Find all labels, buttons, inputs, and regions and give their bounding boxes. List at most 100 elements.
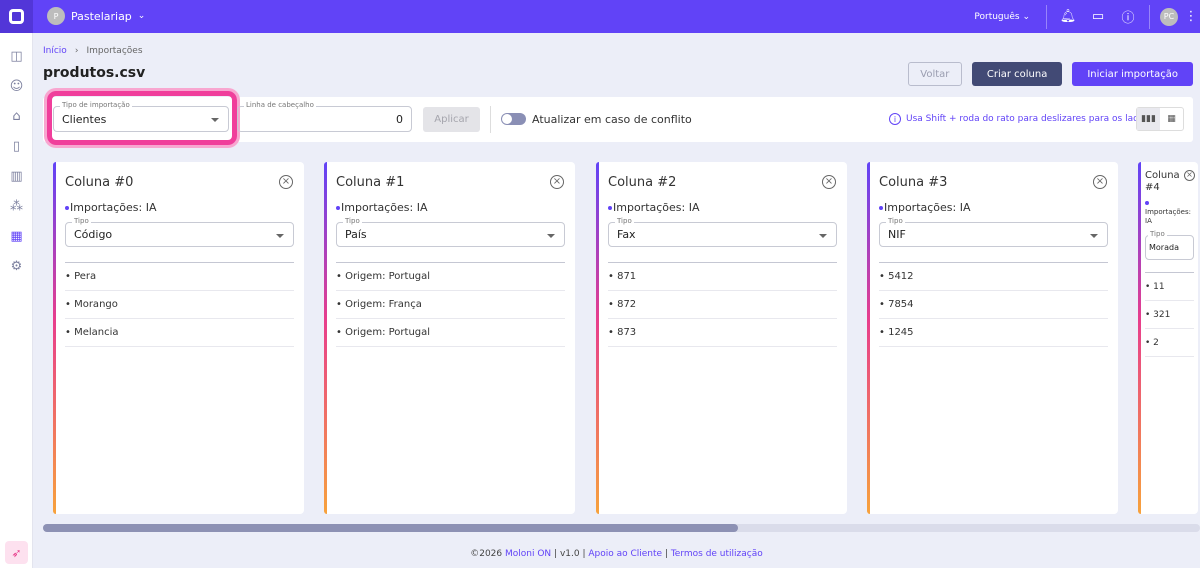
info-icon: i	[889, 113, 901, 125]
organization-selector[interactable]: P Pastelariap ⌄	[47, 7, 145, 25]
version: v1.0	[559, 549, 580, 559]
column-type-select[interactable]: Tipo País	[336, 217, 565, 247]
basket-icon[interactable]: ⌂	[0, 101, 33, 131]
list-item: • Morango	[65, 291, 294, 319]
remove-column-icon[interactable]: ×	[279, 175, 293, 189]
list-item: • Origem: Portugal	[336, 263, 565, 291]
caret-down-icon	[547, 234, 555, 238]
brand-link[interactable]: Moloni ON	[505, 549, 551, 559]
column-type-select[interactable]: Tipo NIF	[879, 217, 1108, 247]
language-selector[interactable]: Português ⌄	[974, 12, 1030, 22]
caret-down-icon	[1090, 234, 1098, 238]
column-card: Coluna #3 × Importações: IA Tipo NIF • 5…	[867, 162, 1118, 514]
header-row-value: 0	[396, 112, 403, 126]
hierarchy-icon[interactable]: ⁂	[0, 191, 33, 221]
user-avatar[interactable]: PC	[1160, 7, 1178, 26]
breadcrumb: Início › Importações	[43, 46, 143, 56]
dashboard-icon[interactable]: ◫	[0, 41, 33, 71]
more-vertical-icon[interactable]: ⋮	[1182, 9, 1200, 24]
list-item: • 1245	[879, 319, 1108, 347]
caret-down-icon	[819, 234, 827, 238]
view-mode-switch: ▮▮▮ ▦	[1136, 107, 1184, 131]
page-title: produtos.csv	[43, 65, 146, 81]
caret-down-icon	[276, 234, 284, 238]
user-icon[interactable]: ☺	[0, 71, 33, 101]
column-type-select[interactable]: Tipo Código	[65, 217, 294, 247]
column-type-value: Morada	[1149, 243, 1179, 252]
bell-icon[interactable]: 🔔︎	[1053, 9, 1083, 24]
column-type-label: Tipo	[886, 217, 905, 225]
create-column-button[interactable]: Criar coluna	[971, 62, 1063, 86]
list-item: • 321	[1145, 301, 1194, 329]
column-type-label: Tipo	[72, 217, 91, 225]
highlight-box	[47, 91, 237, 145]
list-item: • 2	[1145, 329, 1194, 357]
column-source: Importações: IA	[879, 201, 971, 214]
list-item: • Origem: Portugal	[336, 319, 565, 347]
column-title: Coluna #0	[65, 175, 134, 190]
list-item: • Melancia	[65, 319, 294, 347]
list-item: • Pera	[65, 263, 294, 291]
column-title: Coluna #3	[879, 175, 948, 190]
column-type-value: Código	[74, 228, 113, 241]
chart-icon[interactable]: ▥	[0, 161, 33, 191]
footer: ©2026 Moloni ON | v1.0 | Apoio ao Client…	[470, 549, 763, 559]
breadcrumb-current: Importações	[86, 46, 143, 56]
column-type-label: Tipo	[615, 217, 634, 225]
column-source: Importações: IA	[608, 201, 700, 214]
column-card: Coluna #1 × Importações: IA Tipo País • …	[324, 162, 575, 514]
remove-column-icon[interactable]: ×	[822, 175, 836, 189]
terms-link[interactable]: Termos de utilização	[671, 549, 763, 559]
column-source: Importações: IA	[1145, 199, 1194, 226]
list-item: • 5412	[879, 263, 1108, 291]
column-type-label: Tipo	[1148, 230, 1167, 238]
remove-column-icon[interactable]: ×	[1184, 170, 1195, 181]
help-icon[interactable]: ⓘ	[1113, 7, 1143, 26]
support-link[interactable]: Apoio ao Cliente	[588, 549, 662, 559]
document-icon[interactable]: ▯	[0, 131, 33, 161]
list-item: • 872	[608, 291, 837, 319]
start-import-button[interactable]: Iniciar importação	[1072, 62, 1193, 86]
column-title: Coluna #2	[608, 175, 677, 190]
apply-button[interactable]: Aplicar	[423, 107, 480, 132]
back-button[interactable]: Voltar	[907, 62, 962, 86]
org-avatar: P	[47, 7, 65, 25]
remove-column-icon[interactable]: ×	[1093, 175, 1107, 189]
copyright: ©2026	[470, 549, 503, 559]
breadcrumb-home[interactable]: Início	[43, 46, 67, 56]
chevron-down-icon: ⌄	[137, 11, 146, 21]
list-item: • Origem: França	[336, 291, 565, 319]
column-type-value: NIF	[888, 228, 906, 241]
header-row-label: Linha de cabeçalho	[244, 101, 316, 109]
remove-column-icon[interactable]: ×	[550, 175, 564, 189]
column-type-label: Tipo	[343, 217, 362, 225]
column-type-select[interactable]: Tipo Morada	[1145, 230, 1194, 260]
list-item: • 7854	[879, 291, 1108, 319]
divider	[490, 106, 491, 133]
calendar-icon[interactable]: ▦	[0, 221, 33, 251]
grid-view-icon[interactable]: ▦	[1160, 108, 1183, 130]
columns-view-icon[interactable]: ▮▮▮	[1137, 108, 1160, 130]
top-bar: P Pastelariap ⌄ Português ⌄ 🔔︎ ▭ ⓘ PC ⋮	[0, 0, 1200, 33]
app-logo[interactable]	[0, 0, 33, 33]
column-card: Coluna #2 × Importações: IA Tipo Fax • 8…	[596, 162, 847, 514]
list-item: • 873	[608, 319, 837, 347]
conflict-toggle-label: Atualizar em caso de conflito	[532, 113, 692, 126]
horizontal-scrollbar[interactable]	[43, 524, 1200, 532]
org-name: Pastelariap	[71, 9, 132, 23]
column-card: Coluna #4 × Importações: IA Tipo Morada …	[1138, 162, 1198, 514]
column-source: Importações: IA	[65, 201, 157, 214]
column-type-select[interactable]: Tipo Fax	[608, 217, 837, 247]
list-item: • 11	[1145, 273, 1194, 301]
gear-icon[interactable]: ⚙	[0, 251, 33, 281]
column-type-value: Fax	[617, 228, 636, 241]
sidebar: ◫ ☺ ⌂ ▯ ▥ ⁂ ▦ ⚙ ➶	[0, 33, 33, 568]
scrollbar-thumb[interactable]	[43, 524, 738, 532]
column-card: Coluna #0 × Importações: IA Tipo Código …	[53, 162, 304, 514]
chat-icon[interactable]: ▭	[1083, 9, 1113, 24]
conflict-toggle[interactable]	[501, 113, 526, 125]
list-item: • 871	[608, 263, 837, 291]
header-row-input[interactable]: Linha de cabeçalho 0	[237, 101, 412, 132]
column-title: Coluna #1	[336, 175, 405, 190]
column-type-value: País	[345, 228, 367, 241]
